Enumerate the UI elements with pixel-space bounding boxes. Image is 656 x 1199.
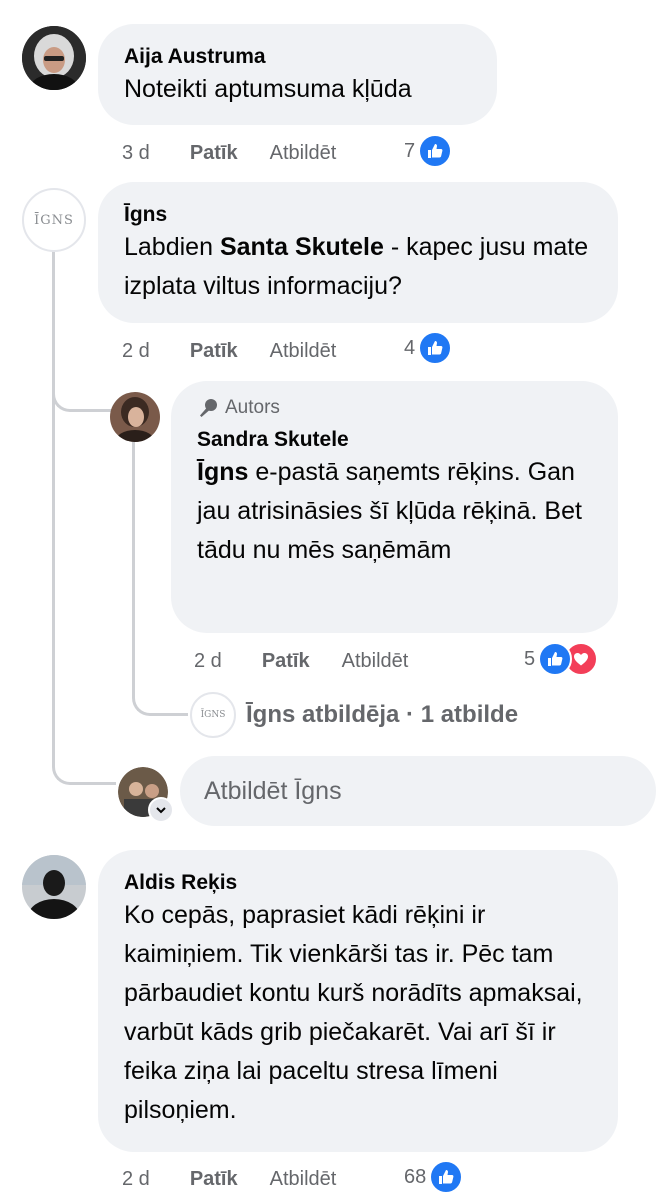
reaction-count: 68 [404,1165,427,1188]
reply-input-placeholder: Atbildēt Īgns [204,776,342,805]
like-button[interactable]: Patīk [262,649,310,673]
reaction-summary[interactable]: 4 [404,331,453,365]
reaction-count: 4 [404,336,416,359]
reply-text: Īgns e-pastā saņemts rēķins. Gan jau atr… [197,458,582,564]
comment-text: Ko cepās, paprasiet kādi rēķini ir kaimi… [124,901,583,1124]
avatar-igns-logo: ĪGNS [200,710,226,720]
comment-author[interactable]: Īgns [124,202,592,228]
comment-time[interactable]: 3 d [122,141,150,165]
thread-branch [52,380,112,412]
thread-line [52,250,55,760]
comment-time[interactable]: 2 d [122,1167,150,1191]
comment-actions: 2 d Patīk Atbildēt [122,336,336,366]
reply-button[interactable]: Atbildēt [342,649,409,673]
current-user-avatar[interactable] [118,767,174,823]
comment-author[interactable]: Aija Austruma [124,44,471,70]
view-replies-link[interactable]: Īgns atbildēja · 1 atbilde [246,700,518,730]
like-reaction-icon [429,1160,464,1194]
comment-text: Labdien Santa Skutele - kapec jusu mate … [124,233,589,300]
comment-actions: 2 d Patīk Atbildēt [122,1164,336,1194]
reaction-count: 7 [404,139,416,162]
comment-time[interactable]: 2 d [122,339,150,363]
microphone-icon [197,397,219,419]
avatar-sandra[interactable] [110,392,160,442]
mention-link[interactable]: Īgns [197,458,248,486]
reply-time[interactable]: 2 d [194,649,222,673]
reply-bubble: Autors Sandra Skutele Īgns e-pastā saņem… [171,381,618,633]
mention-link[interactable]: Santa Skutele [220,233,384,261]
like-button[interactable]: Patīk [190,339,238,363]
like-button[interactable]: Patīk [190,141,238,165]
like-reaction-icon [418,134,453,168]
reply-author[interactable]: Sandra Skutele [197,427,592,453]
thread-branch [52,745,116,785]
comment-bubble: Aija Austruma Noteikti aptumsuma kļūda [98,24,497,125]
avatar-igns-small[interactable]: ĪGNS [190,692,236,738]
reaction-summary[interactable]: 68 [404,1160,464,1194]
reply-actions: 2 d Patīk Atbildēt [194,646,408,676]
reply-button[interactable]: Atbildēt [270,141,337,165]
comment-author[interactable]: Aldis Reķis [124,870,592,896]
comment-bubble: Aldis Reķis Ko cepās, paprasiet kādi rēķ… [98,850,618,1152]
reply-button[interactable]: Atbildēt [270,339,337,363]
avatar-aija[interactable] [22,26,86,90]
author-badge: Autors [197,397,592,419]
avatar-aldis[interactable] [22,855,86,919]
reaction-count: 5 [524,647,536,670]
reaction-summary[interactable]: 7 [404,134,453,168]
like-reaction-icon [538,642,573,676]
like-reaction-icon [418,331,453,365]
comment-text: Noteikti aptumsuma kļūda [124,75,412,103]
thread-branch [132,670,188,716]
comment-actions: 3 d Patīk Atbildēt [122,138,336,168]
avatar-igns[interactable]: ĪGNS [22,188,86,252]
avatar-igns-logo: ĪGNS [34,212,74,228]
thread-line [132,442,135,672]
reply-input[interactable]: Atbildēt Īgns [180,756,656,826]
like-button[interactable]: Patīk [190,1167,238,1191]
chevron-down-icon[interactable] [148,797,174,823]
reaction-summary[interactable]: 5 [524,642,599,676]
comment-bubble: Īgns Labdien Santa Skutele - kapec jusu … [98,182,618,323]
reply-button[interactable]: Atbildēt [270,1167,337,1191]
